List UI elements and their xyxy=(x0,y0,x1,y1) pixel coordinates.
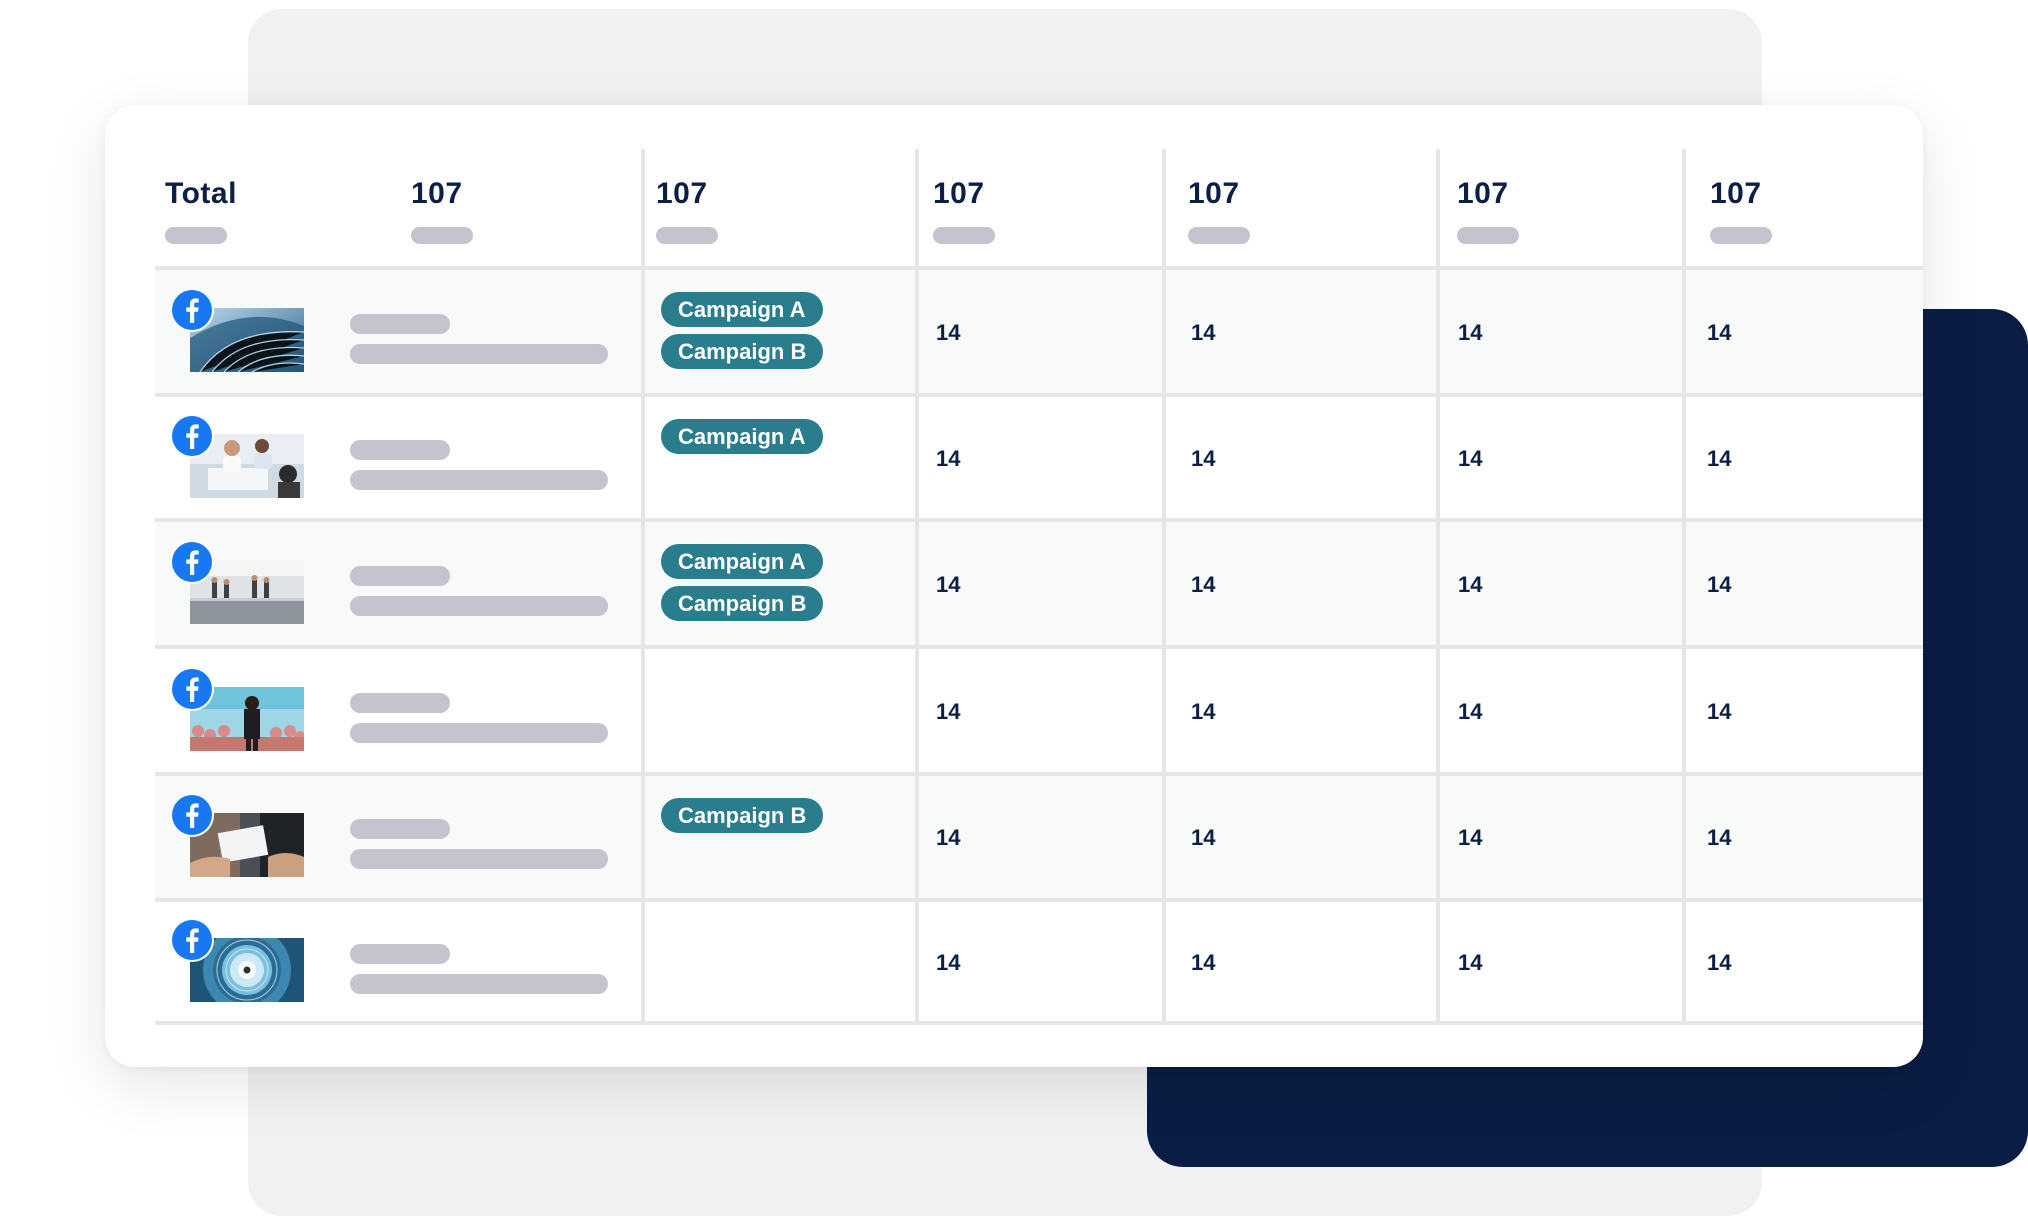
header-value: 107 xyxy=(1710,177,1762,210)
metric-value: 14 xyxy=(936,320,961,345)
metric-value: 14 xyxy=(936,950,961,975)
column-divider xyxy=(1162,149,1166,1025)
table-row[interactable]: Campaign A Campaign B 14 14 14 14 xyxy=(155,266,1923,397)
metric-value: 14 xyxy=(1191,699,1216,724)
metric-value: 14 xyxy=(1707,950,1732,975)
campaign-tag[interactable]: Campaign A xyxy=(661,419,823,454)
report-card: Total 107 107 107 107 107 107 Campaign A… xyxy=(105,105,1923,1067)
facebook-icon xyxy=(172,416,212,456)
ad-description-placeholder xyxy=(350,849,608,869)
facebook-icon xyxy=(172,290,212,330)
header-placeholder xyxy=(165,227,227,244)
campaign-tag[interactable]: Campaign B xyxy=(661,798,824,833)
metric-value: 14 xyxy=(936,572,961,597)
ad-name-placeholder xyxy=(350,566,450,586)
campaign-tag[interactable]: Campaign B xyxy=(661,586,824,621)
header-cell[interactable]: 107 xyxy=(1166,149,1436,269)
metric-value: 14 xyxy=(1458,699,1483,724)
header-placeholder xyxy=(656,227,718,244)
facebook-icon xyxy=(172,669,212,709)
metric-value: 14 xyxy=(1458,320,1483,345)
column-divider xyxy=(915,149,919,1025)
metric-value: 14 xyxy=(1458,446,1483,471)
header-placeholder xyxy=(1710,227,1772,244)
table-row[interactable]: Campaign A 14 14 14 14 xyxy=(155,393,1923,522)
metric-value: 14 xyxy=(936,446,961,471)
table-bottom-border xyxy=(155,1021,1923,1025)
header-placeholder xyxy=(1457,227,1519,244)
column-divider xyxy=(641,149,645,1025)
header-total-label: Total xyxy=(165,177,237,210)
ad-name-placeholder xyxy=(350,944,450,964)
header-placeholder xyxy=(411,227,473,244)
facebook-icon xyxy=(172,920,212,960)
metric-value: 14 xyxy=(1707,572,1732,597)
metric-value: 14 xyxy=(1707,825,1732,850)
metric-value: 14 xyxy=(1191,825,1216,850)
table-row[interactable]: 14 14 14 14 xyxy=(155,645,1923,776)
header-placeholder xyxy=(933,227,995,244)
metric-value: 14 xyxy=(1191,950,1216,975)
table-header: Total 107 107 107 107 107 107 xyxy=(155,149,1923,269)
metric-value: 14 xyxy=(936,825,961,850)
ad-description-placeholder xyxy=(350,344,608,364)
ad-description-placeholder xyxy=(350,723,608,743)
metric-value: 14 xyxy=(1458,950,1483,975)
metric-value: 14 xyxy=(936,699,961,724)
ad-description-placeholder xyxy=(350,596,608,616)
ad-name-placeholder xyxy=(350,314,450,334)
ads-table: Total 107 107 107 107 107 107 Campaign A… xyxy=(155,149,1923,1025)
header-cell[interactable]: 107 xyxy=(919,149,1163,269)
metric-value: 14 xyxy=(1707,320,1732,345)
campaign-tag[interactable]: Campaign A xyxy=(661,292,823,327)
table-row[interactable]: Campaign B 14 14 14 14 xyxy=(155,772,1923,902)
ad-name-placeholder xyxy=(350,440,450,460)
table-row[interactable]: 14 14 14 14 xyxy=(155,898,1923,1025)
metric-value: 14 xyxy=(1458,825,1483,850)
facebook-icon xyxy=(172,795,212,835)
header-value: 107 xyxy=(656,177,708,210)
metric-value: 14 xyxy=(1707,446,1732,471)
metric-value: 14 xyxy=(1707,699,1732,724)
header-cell[interactable]: 107 xyxy=(1686,149,1923,269)
facebook-icon xyxy=(172,542,212,582)
metric-value: 14 xyxy=(1191,446,1216,471)
header-cell[interactable]: 107 xyxy=(345,149,643,269)
campaign-tag[interactable]: Campaign A xyxy=(661,544,823,579)
header-placeholder xyxy=(1188,227,1250,244)
ad-name-placeholder xyxy=(350,693,450,713)
header-total: Total xyxy=(155,149,345,269)
header-value: 107 xyxy=(933,177,985,210)
table-row[interactable]: Campaign A Campaign B 14 14 14 14 xyxy=(155,518,1923,649)
header-value: 107 xyxy=(411,177,463,210)
column-divider xyxy=(1682,149,1686,1025)
header-value: 107 xyxy=(1457,177,1509,210)
metric-value: 14 xyxy=(1191,572,1216,597)
ad-name-placeholder xyxy=(350,819,450,839)
column-divider xyxy=(1436,149,1440,1025)
metric-value: 14 xyxy=(1458,572,1483,597)
metric-value: 14 xyxy=(1191,320,1216,345)
ad-description-placeholder xyxy=(350,470,608,490)
campaign-tag[interactable]: Campaign B xyxy=(661,334,824,369)
header-value: 107 xyxy=(1188,177,1240,210)
ad-description-placeholder xyxy=(350,974,608,994)
header-cell[interactable]: 107 xyxy=(645,149,915,269)
header-cell[interactable]: 107 xyxy=(1440,149,1684,269)
